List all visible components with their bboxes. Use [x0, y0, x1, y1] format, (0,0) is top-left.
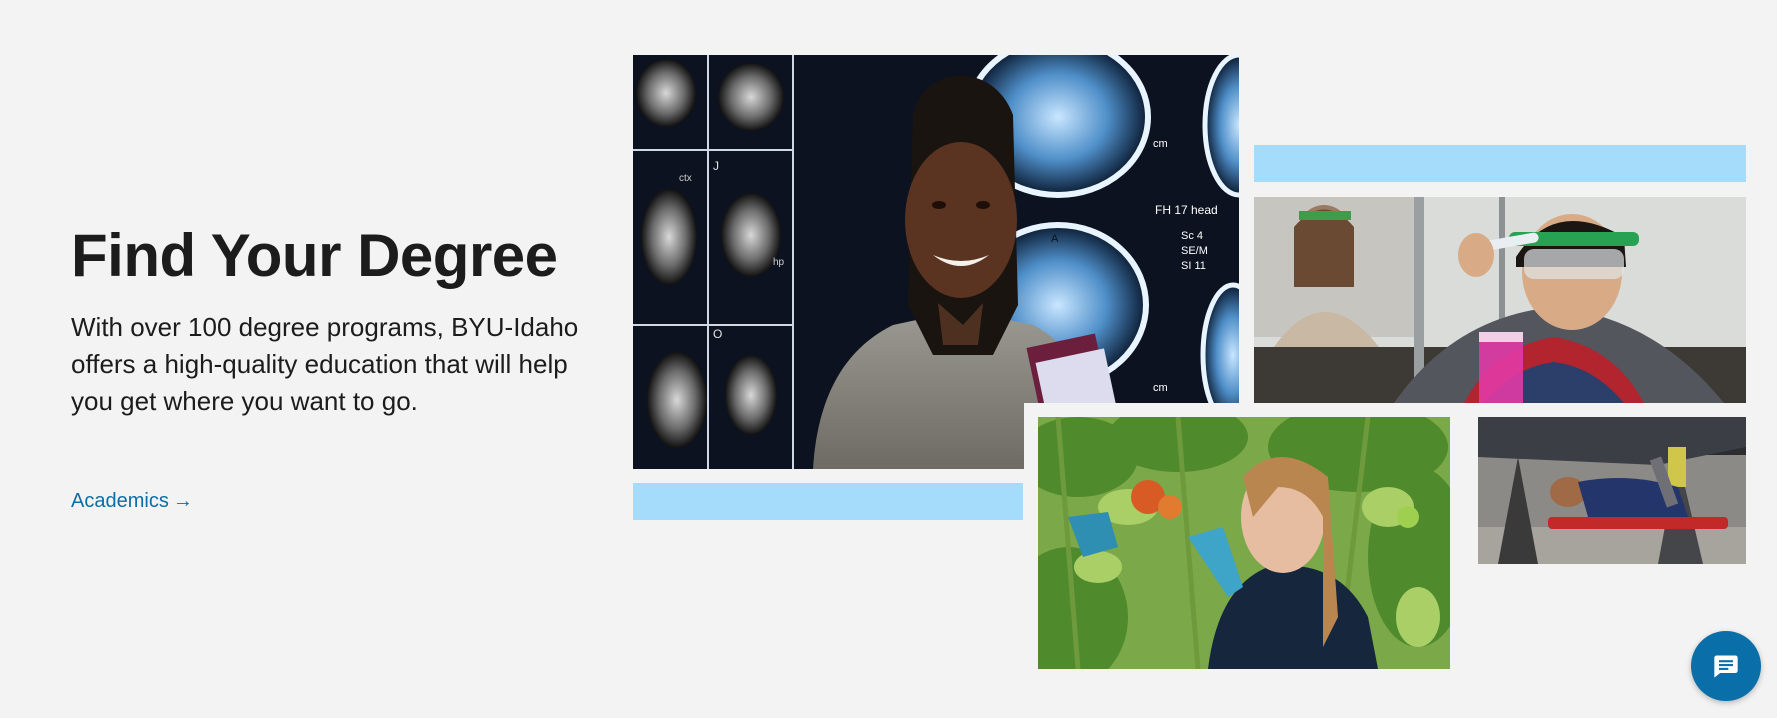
hero-description: With over 100 degree programs, BYU-Idaho… — [71, 312, 579, 416]
chemistry-lab-student-photo — [1254, 197, 1746, 403]
chat-button[interactable] — [1691, 631, 1761, 701]
scan-label-hp: hp — [773, 257, 785, 268]
scan-label-cm-bottom: cm — [1153, 382, 1168, 394]
scan-label-o: O — [713, 327, 722, 341]
academics-link-label: Academics — [71, 490, 169, 512]
arrow-right-icon: → — [172, 490, 193, 512]
chat-bubble-icon — [1714, 655, 1738, 678]
scan-label-sc: Sc 4 — [1181, 230, 1203, 242]
scan-label-se: SE/M — [1181, 245, 1208, 257]
auto-mechanic-student-photo — [1478, 417, 1746, 564]
scan-label-head: FH 17 head — [1155, 203, 1218, 217]
scan-label-cm-top: cm — [1153, 138, 1168, 150]
plant-research-student-photo — [1024, 403, 1464, 683]
scan-label-j: J — [713, 159, 719, 173]
scan-label-a: A — [1051, 233, 1059, 245]
accent-band-bottom — [633, 483, 1023, 520]
page-title: Find Your Degree — [71, 222, 558, 289]
accent-band-top — [1254, 145, 1746, 182]
scan-label-si: SI 11 — [1181, 260, 1206, 272]
academics-link[interactable]: Academics → — [71, 488, 193, 514]
scan-label-ctx: ctx — [679, 173, 692, 184]
